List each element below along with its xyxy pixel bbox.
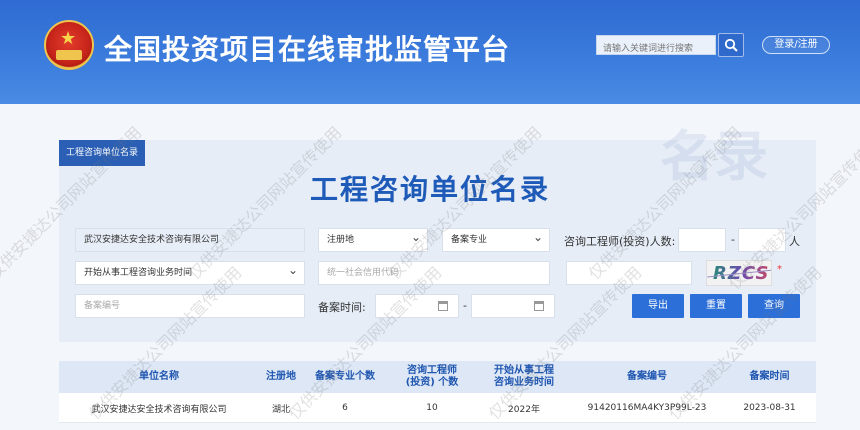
- date-range-dash: -: [463, 299, 467, 312]
- cell-filing-date: 2023-08-31: [743, 403, 796, 413]
- cell-specialty-count: 6: [342, 403, 348, 413]
- specialty-select[interactable]: 备案专业: [442, 228, 550, 252]
- cell-engineer-count: 10: [426, 403, 438, 413]
- query-button[interactable]: 查询: [748, 294, 800, 318]
- person-unit-label: 人: [789, 235, 800, 248]
- calendar-icon: [438, 301, 448, 311]
- search-input[interactable]: [597, 40, 715, 58]
- calendar-icon: [534, 301, 544, 311]
- reset-button[interactable]: 重置: [690, 294, 742, 318]
- export-button[interactable]: 导出: [632, 294, 684, 318]
- required-mark: *: [777, 264, 782, 275]
- table-header: 单位名称 注册地 备案专业个数 咨询工程师 (投资) 个数 开始从事工程 咨询业…: [59, 361, 816, 393]
- engineer-count-max-input[interactable]: [738, 228, 786, 252]
- table-row[interactable]: 武汉安捷达安全技术咨询有限公司 湖北 6 10 2022年 91420116MA…: [59, 393, 816, 423]
- cell-start-year: 2022年: [508, 404, 540, 415]
- credit-code-input[interactable]: 统一社会信用代码: [318, 261, 550, 285]
- panel-title: 工程咨询单位名录: [309, 173, 550, 206]
- filing-date-end-input[interactable]: [471, 294, 555, 318]
- region-select[interactable]: 注册地: [318, 228, 428, 252]
- column-header: 备案时间: [749, 371, 790, 382]
- column-header: 注册地: [266, 371, 296, 382]
- column-header: 咨询工程师 (投资) 个数: [405, 365, 459, 388]
- unit-name-input[interactable]: 武汉安捷达安全技术咨询有限公司: [75, 228, 305, 252]
- filing-time-label: 备案时间:: [318, 301, 366, 314]
- search-box[interactable]: [596, 35, 716, 58]
- column-header: 备案专业个数: [315, 371, 375, 382]
- cell-region: 湖北: [271, 404, 290, 415]
- engineer-count-min-input[interactable]: [678, 228, 726, 252]
- captcha-input[interactable]: [566, 261, 692, 285]
- national-emblem-icon: ★: [44, 20, 94, 70]
- column-header: 备案编号: [627, 371, 667, 382]
- engineer-count-label: 咨询工程师(投资)人数:: [564, 235, 676, 248]
- login-register-button[interactable]: 登录/注册: [762, 36, 830, 54]
- column-header: 开始从事工程 咨询业务时间: [494, 365, 554, 388]
- start-time-select[interactable]: 开始从事工程咨询业务时间: [75, 261, 305, 285]
- search-icon: [724, 38, 738, 52]
- site-title: 全国投资项目在线审批监管平台: [104, 33, 511, 66]
- filing-number-input[interactable]: 备案编号: [75, 294, 305, 318]
- captcha-image[interactable]: RZCS: [706, 260, 772, 286]
- column-header: 单位名称: [139, 371, 179, 382]
- panel-tag: 工程咨询单位名录: [59, 140, 145, 166]
- search-button[interactable]: [718, 33, 744, 57]
- cell-unit-name[interactable]: 武汉安捷达安全技术咨询有限公司: [59, 393, 259, 423]
- cell-filing-number: 91420116MA4KY3P99L-23: [587, 403, 707, 413]
- range-dash: -: [731, 233, 735, 246]
- filing-date-start-input[interactable]: [375, 294, 459, 318]
